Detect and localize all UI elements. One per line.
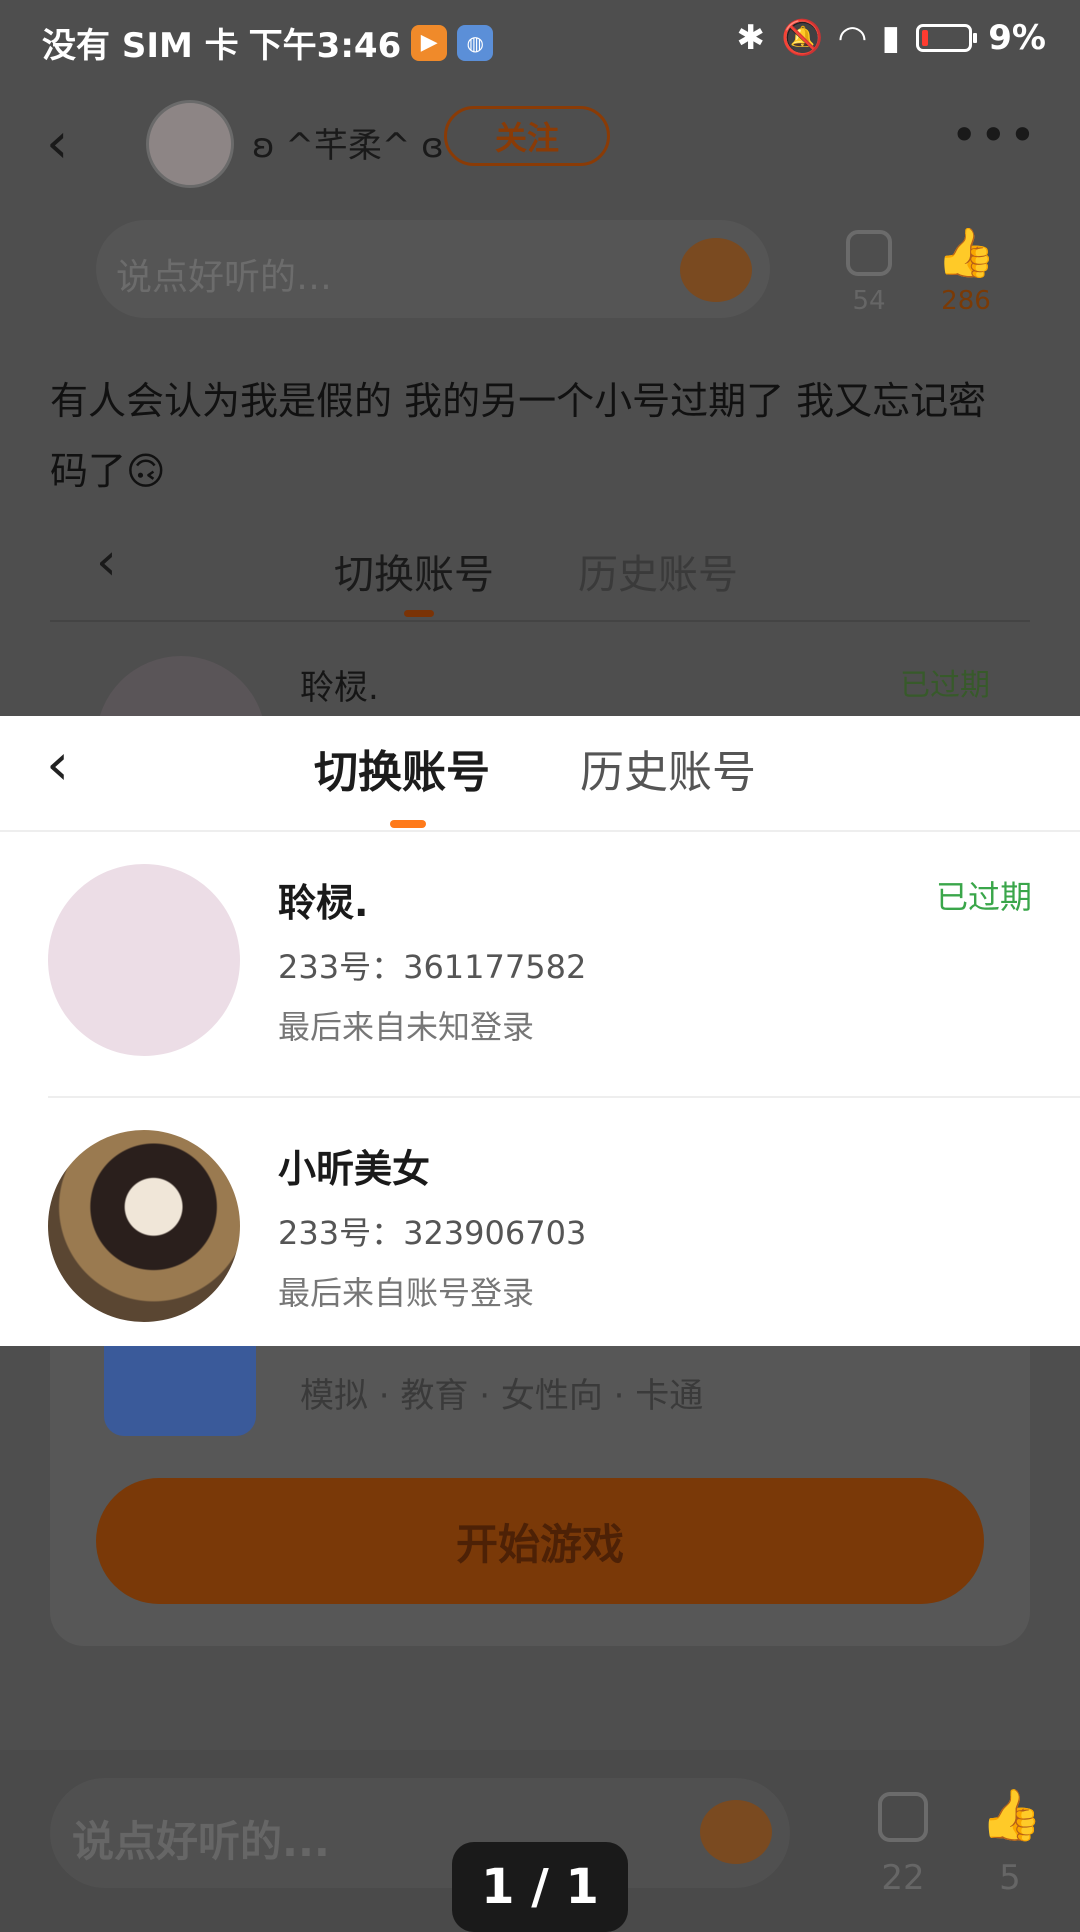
tab-switch-account[interactable]: 切换账号 — [314, 736, 490, 800]
background-account-name: 聆棂. — [300, 668, 379, 708]
account-name: 小昕美女 — [278, 1147, 431, 1191]
comment-count-top: 54 — [852, 286, 886, 316]
account-switch-sheet: ‹ 切换账号 历史账号 聆棂. 233号：361177582 最后来自未知登录 … — [0, 716, 1080, 1346]
account-id: 233号：361177582 — [278, 948, 587, 986]
follow-button[interactable]: 关注 — [444, 106, 610, 166]
wifi-icon: ◠ — [839, 18, 866, 58]
comment-input-bottom[interactable]: 说点好听的... — [50, 1778, 790, 1888]
back-arrow-icon[interactable]: ‹ — [46, 116, 68, 172]
game-icon[interactable] — [104, 1346, 256, 1436]
battery-alert-icon: ▮ — [881, 18, 901, 58]
mascot-emoji-icon[interactable] — [700, 1800, 772, 1864]
background-tab-indicator — [404, 610, 434, 617]
post-header: ‹ ʚ ^芊柔^ ɞ 关注 ••• — [0, 92, 1080, 188]
account-avatar — [48, 1130, 240, 1322]
tab-history-account[interactable]: 历史账号 — [580, 736, 756, 800]
comment-placeholder-bottom: 说点好听的... — [72, 1817, 330, 1866]
bottom-comment-bar: 说点好听的... 22 👍 5 1 / 1 — [0, 1750, 1080, 1932]
like-count-top: 286 — [941, 286, 991, 316]
like-count-bottom: 5 — [999, 1858, 1021, 1898]
account-id: 233号：323906703 — [278, 1214, 587, 1252]
background-tab-history: 历史账号 — [578, 552, 738, 598]
account-row[interactable]: 聆棂. 233号：361177582 最后来自未知登录 已过期 — [0, 832, 1080, 1098]
browser-app-icon: ◍ — [457, 24, 494, 61]
account-avatar — [48, 864, 240, 1056]
sheet-back-icon[interactable]: ‹ — [46, 730, 69, 798]
active-tab-indicator — [390, 820, 426, 828]
like-thumb-icon[interactable]: 👍 — [936, 224, 996, 281]
video-app-icon: ▶ — [411, 24, 448, 61]
background-tab-switch: 切换账号 — [334, 552, 494, 598]
account-expired-status: 已过期 — [935, 878, 1032, 916]
page-indicator: 1 / 1 — [452, 1842, 628, 1932]
background-back-icon: ‹ — [96, 532, 117, 592]
post-text: 有人会认为我是假的 我的另一个小号过期了 我又忘记密码了🙃 — [50, 379, 987, 493]
account-login-source: 最后来自未知登录 — [278, 1008, 535, 1046]
bluetooth-icon: ✱ — [736, 18, 766, 58]
mascot-emoji-icon[interactable] — [680, 238, 752, 302]
comment-icon[interactable] — [846, 230, 892, 276]
mute-bell-icon: 🔕 — [781, 18, 824, 58]
start-game-button[interactable]: 开始游戏 — [96, 1478, 984, 1604]
more-options-icon[interactable]: ••• — [951, 108, 1038, 162]
account-login-source: 最后来自账号登录 — [278, 1274, 535, 1312]
like-thumb-icon[interactable]: 👍 — [980, 1786, 1042, 1845]
background-account-status: 已过期 — [900, 668, 990, 703]
time-text: 下午3:46 — [248, 26, 402, 66]
status-bar: 没有 SIM 卡 下午3:46 ▶ ◍ ✱ 🔕 ◠ ▮ 9% — [0, 0, 1080, 80]
game-tags: 模拟 · 教育 · 女性向 · 卡通 — [300, 1376, 704, 1416]
author-avatar[interactable] — [146, 100, 234, 188]
account-row[interactable]: 小昕美女 233号：323906703 最后来自账号登录 — [0, 1098, 1080, 1364]
comment-placeholder-top: 说点好听的… — [116, 257, 333, 298]
background-divider — [50, 620, 1030, 622]
battery-icon — [916, 24, 978, 52]
comment-icon[interactable] — [878, 1792, 928, 1842]
comment-count-bottom: 22 — [881, 1858, 925, 1898]
battery-percent: 9% — [988, 18, 1046, 58]
screen-background: 没有 SIM 卡 下午3:46 ▶ ◍ ✱ 🔕 ◠ ▮ 9% ‹ ʚ ^芊柔^ … — [0, 0, 1080, 1932]
status-left: 没有 SIM 卡 下午3:46 ▶ ◍ — [42, 18, 494, 67]
background-account-tabs: ‹ 切换账号 历史账号 聆棂. 已过期 — [0, 520, 1080, 826]
carrier-text: 没有 SIM 卡 — [42, 26, 239, 66]
author-nickname[interactable]: ʚ ^芊柔^ ɞ — [252, 118, 444, 167]
comment-input-top[interactable]: 说点好听的… — [96, 220, 770, 318]
account-name: 聆棂. — [278, 881, 369, 925]
status-right: ✱ 🔕 ◠ ▮ 9% — [737, 18, 1046, 58]
